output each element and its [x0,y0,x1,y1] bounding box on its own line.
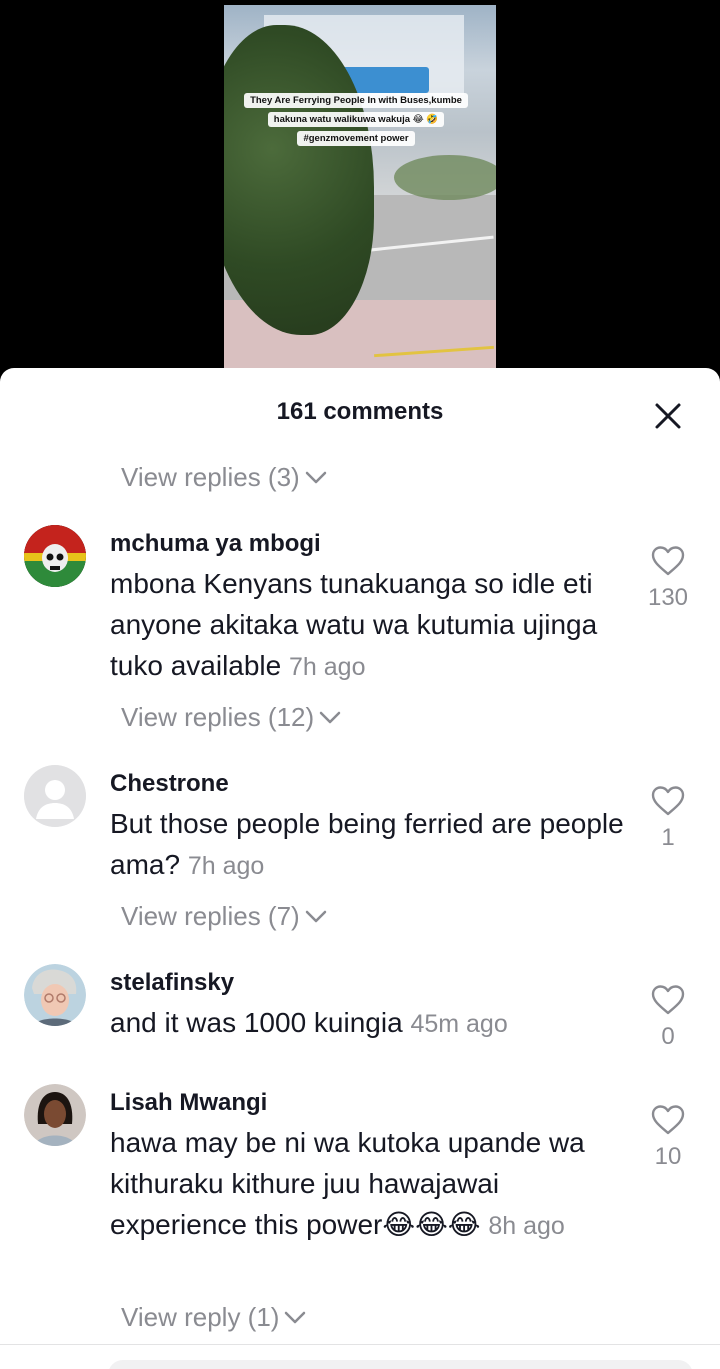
comments-sheet: 161 comments View replies (3) mchuma ya … [0,368,720,1369]
comment-input[interactable] [108,1360,693,1369]
composer-divider [0,1344,720,1345]
like-count: 10 [654,1143,682,1170]
view-replies-button[interactable]: View reply (1) [121,1302,307,1333]
avatar[interactable] [24,964,86,1026]
chevron-down-icon [318,702,342,733]
heart-icon [651,985,685,1015]
comment-username[interactable]: Lisah Mwangi [110,1089,267,1117]
video-caption-line3: #genzmovement power [297,131,415,146]
comment-text: hawa may be ni wa kutoka upande wa kithu… [110,1122,630,1247]
comment-text: But those people being ferried are peopl… [110,803,630,887]
like-button[interactable]: 1 [640,785,696,852]
chevron-down-icon [304,462,328,493]
photo-avatar [24,964,86,1026]
comment-username[interactable]: Chestrone [110,770,229,798]
view-replies-button[interactable]: View replies (12) [121,702,342,733]
view-replies-button[interactable]: View replies (7) [121,901,328,932]
default-avatar [24,765,86,827]
video-hedge [394,155,496,200]
comment-username[interactable]: mchuma ya mbogi [110,530,321,558]
view-replies-label: View replies (12) [121,702,315,732]
chevron-down-icon [304,901,328,932]
comments-count-title: 161 comments [276,398,444,425]
video-caption: They Are Ferrying People In with Buses,k… [232,91,480,148]
avatar[interactable] [24,525,86,587]
skull-avatar [24,525,86,587]
view-replies-label: View replies (7) [121,901,300,931]
heart-icon [651,1105,685,1135]
like-button[interactable]: 130 [640,545,696,612]
heart-icon [651,546,685,576]
like-button[interactable]: 0 [640,984,696,1051]
comment-username[interactable]: stelafinsky [110,969,234,997]
comments-header: 161 comments [0,368,720,458]
like-count: 130 [647,584,689,611]
comment-time: 7h ago [187,852,265,880]
avatar[interactable] [24,1084,86,1146]
like-button[interactable]: 10 [640,1104,696,1171]
chevron-down-icon [283,1302,307,1333]
view-replies-label: View reply (1) [121,1302,280,1332]
comment-time: 45m ago [410,1010,508,1038]
comment-body: and it was 1000 kuingia [110,1007,403,1038]
view-replies-label: View replies (3) [121,462,300,492]
close-icon [655,403,681,429]
close-button[interactable] [650,398,686,434]
video-caption-line1: They Are Ferrying People In with Buses,k… [244,93,468,108]
avatar[interactable] [24,765,86,827]
heart-icon [651,786,685,816]
video-player[interactable]: They Are Ferrying People In with Buses,k… [224,5,496,368]
photo-avatar [24,1084,86,1146]
video-caption-line2: hakuna watu walikuwa wakuja 😂 🤣 [267,112,445,127]
like-count: 0 [661,1023,675,1050]
comment-text: mbona Kenyans tunakuanga so idle eti any… [110,563,630,688]
comment-time: 7h ago [289,653,366,681]
like-count: 1 [661,824,675,851]
view-replies-button[interactable]: View replies (3) [121,462,328,493]
comment-time: 8h ago [488,1212,565,1240]
comment-text: and it was 1000 kuingia 45m ago [110,1002,630,1045]
